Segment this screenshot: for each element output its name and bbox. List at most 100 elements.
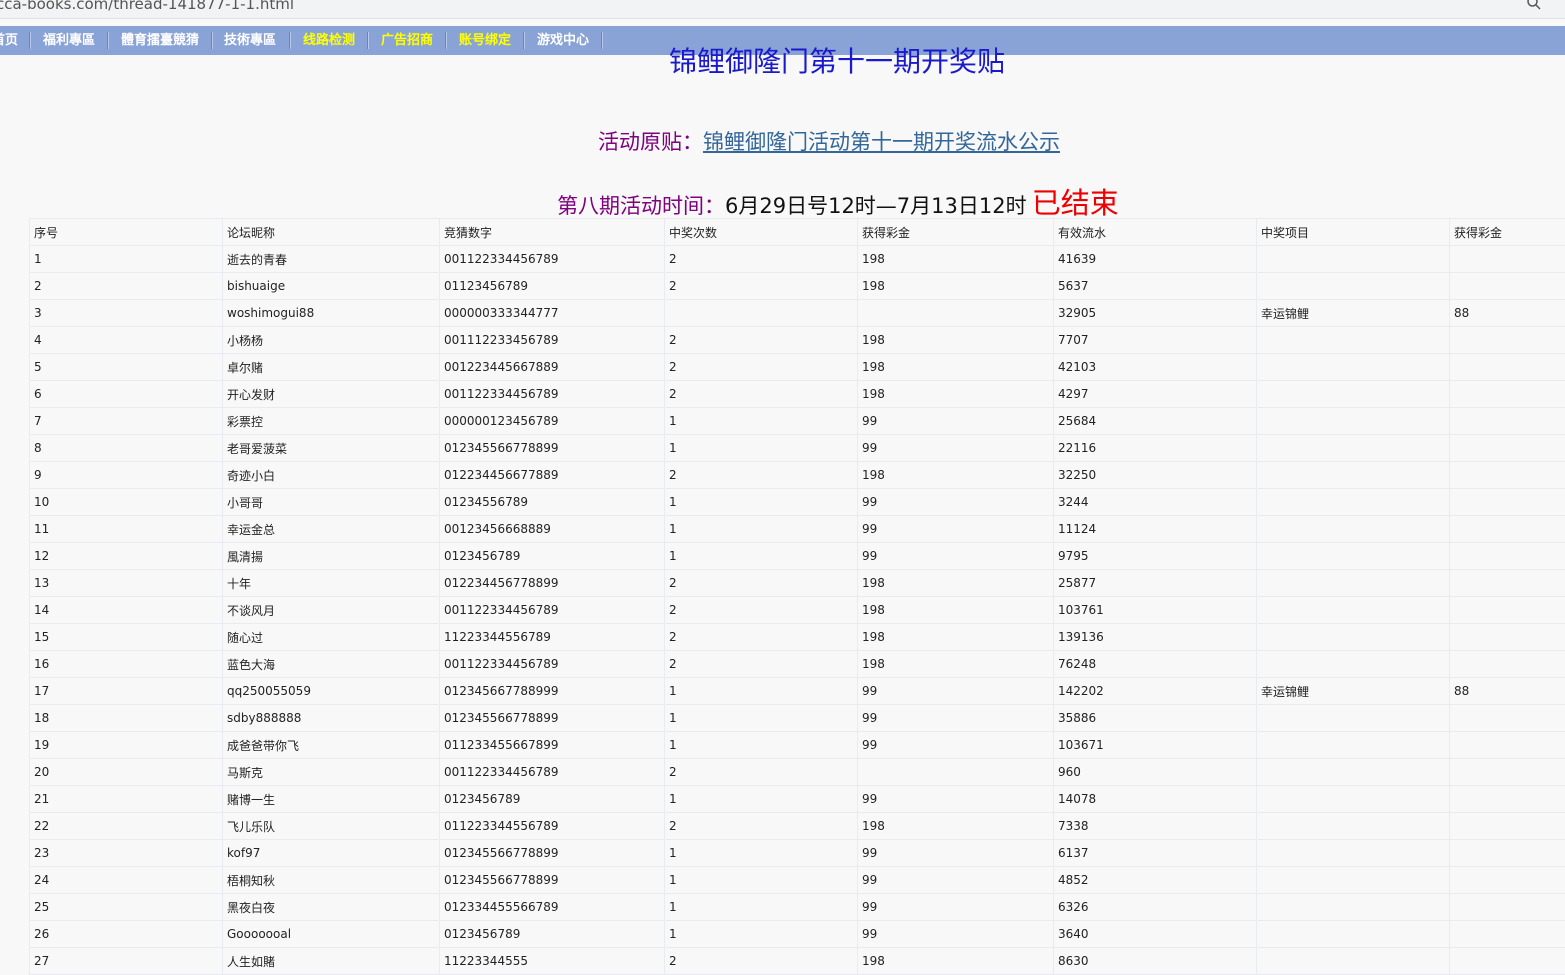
table-row: 13 十年 012234456778899 2 198 25877	[29, 569, 1565, 597]
table-cell: 17	[29, 677, 223, 705]
table-cell: 20	[29, 758, 223, 786]
table-cell: 2	[664, 812, 858, 840]
table-cell: 21	[29, 785, 223, 813]
table-cell	[1449, 866, 1565, 894]
table-cell: 99	[857, 407, 1054, 435]
table-row: 22 飞儿乐队 011223344556789 2 198 7338	[29, 812, 1565, 840]
table-cell: 012234456778899	[439, 569, 665, 597]
table-cell: 蓝色大海	[222, 650, 440, 678]
table-cell: 76248	[1053, 650, 1257, 678]
table-cell	[1256, 353, 1450, 381]
table-cell: 198	[857, 812, 1054, 840]
table-cell	[1256, 326, 1450, 354]
table-cell: 41639	[1053, 245, 1257, 273]
table-cell: 1	[664, 677, 858, 705]
browser-address-bar[interactable]: cca-books.com/thread-141877-1-1.html	[0, 0, 1565, 19]
table-cell: 99	[857, 920, 1054, 948]
table-cell: 012234456677889	[439, 461, 665, 489]
table-cell: 9795	[1053, 542, 1257, 570]
column-header: 中奖项目	[1256, 218, 1450, 246]
table-cell: 1	[664, 731, 858, 759]
table-cell	[1449, 569, 1565, 597]
table-cell: 12	[29, 542, 223, 570]
table-cell: 7338	[1053, 812, 1257, 840]
table-cell	[1256, 866, 1450, 894]
table-cell: 103761	[1053, 596, 1257, 624]
table-cell: 198	[857, 272, 1054, 300]
table-cell: 011223344556789	[439, 812, 665, 840]
column-header: 序号	[29, 218, 223, 246]
table-cell: 198	[857, 461, 1054, 489]
table-cell: 1	[664, 407, 858, 435]
table-cell: 7707	[1053, 326, 1257, 354]
table-cell: 0123456789	[439, 785, 665, 813]
original-post-link[interactable]: 锦鲤御隆门活动第十一期开奖流水公示	[703, 130, 1060, 154]
table-cell: 赌博一生	[222, 785, 440, 813]
table-cell: 2	[664, 380, 858, 408]
table-cell: 012334455566789	[439, 893, 665, 921]
table-cell: 012345566778899	[439, 434, 665, 462]
table-row: 8 老哥爱菠菜 012345566778899 1 99 22116	[29, 434, 1565, 462]
table-cell: 198	[857, 326, 1054, 354]
table-cell: 1	[664, 920, 858, 948]
table-row: 19 成爸爸带你飞 011233455667899 1 99 103671	[29, 731, 1565, 759]
table-row: 26 Gooooooal 0123456789 1 99 3640	[29, 920, 1565, 948]
table-cell: kof97	[222, 839, 440, 867]
table-cell: 32250	[1053, 461, 1257, 489]
table-cell: 2	[664, 245, 858, 273]
table-cell: 88	[1449, 299, 1565, 327]
table-cell: 99	[857, 488, 1054, 516]
table-cell: 27	[29, 947, 223, 975]
table-row: 10 小哥哥 01234556789 1 99 3244	[29, 488, 1565, 516]
table-cell: 198	[857, 650, 1054, 678]
table-cell: 4852	[1053, 866, 1257, 894]
table-cell: 1	[664, 704, 858, 732]
table-cell: 十年	[222, 569, 440, 597]
column-header: 有效流水	[1053, 218, 1257, 246]
table-cell	[1256, 650, 1450, 678]
table-cell: 00123456668889	[439, 515, 665, 543]
table-cell	[1256, 704, 1450, 732]
table-cell: 小哥哥	[222, 488, 440, 516]
table-row: 23 kof97 012345566778899 1 99 6137	[29, 839, 1565, 867]
table-cell	[1449, 785, 1565, 813]
table-cell: 1	[29, 245, 223, 273]
table-row: 15 随心过 11223344556789 2 198 139136	[29, 623, 1565, 651]
table-cell	[1256, 758, 1450, 786]
table-cell	[1449, 812, 1565, 840]
table-cell	[1449, 488, 1565, 516]
table-cell: 2	[664, 569, 858, 597]
table-cell: 5637	[1053, 272, 1257, 300]
table-cell	[1256, 839, 1450, 867]
table-row: 11 幸运金总 00123456668889 1 99 11124	[29, 515, 1565, 543]
activity-period-line: 第八期活动时间：6月29日号12时—7月13日12时 已结束	[557, 180, 1119, 222]
table-cell: 960	[1053, 758, 1257, 786]
table-cell	[1256, 947, 1450, 975]
table-cell: qq250055059	[222, 677, 440, 705]
table-cell: 逝去的青春	[222, 245, 440, 273]
table-cell: 梧桐知秋	[222, 866, 440, 894]
table-cell: 开心发财	[222, 380, 440, 408]
table-row: 25 黑夜白夜 012334455566789 1 99 6326	[29, 893, 1565, 921]
table-cell: 老哥爱菠菜	[222, 434, 440, 462]
table-cell	[1449, 461, 1565, 489]
table-cell: 1	[664, 866, 858, 894]
table-cell: 1	[664, 785, 858, 813]
table-cell	[1256, 380, 1450, 408]
table-cell: 随心过	[222, 623, 440, 651]
table-cell: 2	[664, 596, 858, 624]
table-cell: 25877	[1053, 569, 1257, 597]
url-text[interactable]: cca-books.com/thread-141877-1-1.html	[0, 0, 294, 13]
table-cell: 198	[857, 245, 1054, 273]
table-cell	[1449, 326, 1565, 354]
table-cell: 幸运锦鲤	[1256, 677, 1450, 705]
table-cell: 8	[29, 434, 223, 462]
table-cell: 99	[857, 785, 1054, 813]
table-cell: 4297	[1053, 380, 1257, 408]
table-row: 24 梧桐知秋 012345566778899 1 99 4852	[29, 866, 1565, 894]
table-cell: 001223445667889	[439, 353, 665, 381]
table-cell	[1449, 542, 1565, 570]
search-icon[interactable]	[1526, 0, 1542, 11]
table-cell: 22	[29, 812, 223, 840]
table-cell: 22116	[1053, 434, 1257, 462]
